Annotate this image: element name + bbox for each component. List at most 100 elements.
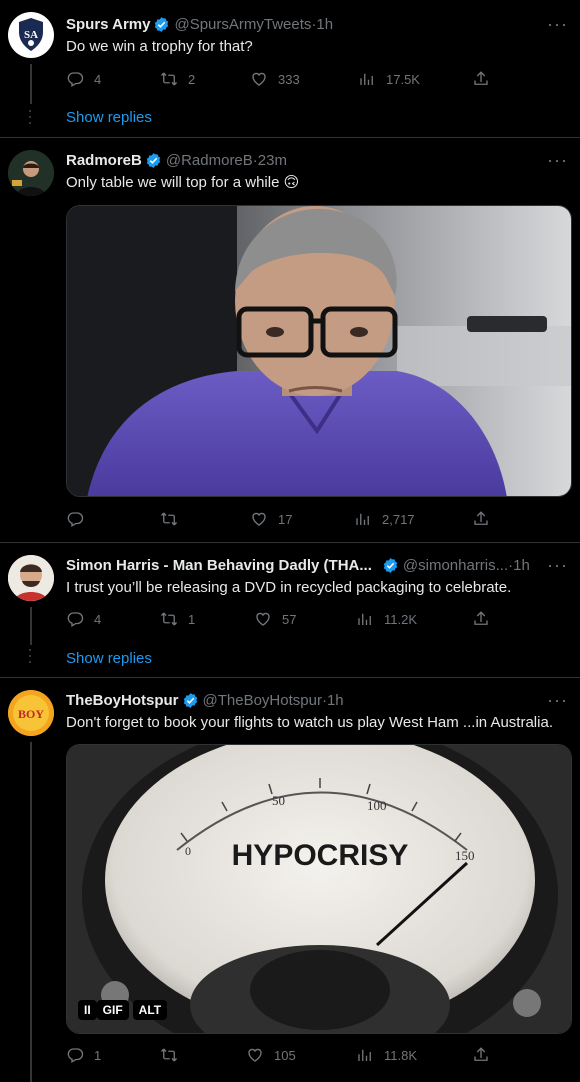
timestamp[interactable]: 1h	[513, 557, 530, 574]
handle[interactable]: @RadmoreB	[166, 152, 253, 169]
pause-button[interactable]: II	[78, 1000, 97, 1020]
like-count: 105	[274, 1047, 296, 1063]
share-button[interactable]	[472, 70, 500, 88]
tweet-header: Spurs Army @SpursArmyTweets · 1h	[66, 16, 333, 33]
views-icon	[356, 610, 374, 628]
tweet-gif[interactable]: 0 50 100 150 HYPOCRISY	[66, 744, 572, 1034]
tweet-header: Simon Harris - Man Behaving Dadly (THA..…	[66, 557, 530, 574]
reply-button[interactable]	[66, 510, 94, 528]
avatar-logo-text: BOY	[18, 707, 44, 721]
avatar[interactable]	[8, 555, 54, 601]
display-name[interactable]: Simon Harris - Man Behaving Dadly (THA..…	[66, 557, 372, 574]
avatar-photo-icon	[8, 150, 54, 196]
heart-icon	[246, 1046, 264, 1064]
avatar[interactable]: SA	[8, 12, 54, 58]
handle[interactable]: @TheBoyHotspur	[203, 692, 322, 709]
display-name[interactable]: RadmoreB	[66, 152, 142, 169]
hypocrisy-meter-gif: 0 50 100 150 HYPOCRISY	[67, 745, 571, 1033]
heart-icon	[250, 510, 268, 528]
spurs-army-logo-icon: SA	[19, 18, 43, 51]
man-with-glasses-image	[67, 206, 571, 496]
avatar-initials: SA	[24, 29, 38, 41]
like-button[interactable]: 333	[250, 70, 300, 88]
views-icon	[354, 510, 372, 528]
retweet-button[interactable]	[160, 1046, 188, 1064]
show-replies-link[interactable]: Show replies	[66, 109, 152, 126]
tweet-header: TheBoyHotspur @TheBoyHotspur · 1h	[66, 692, 344, 709]
gauge-label-150: 150	[455, 848, 475, 863]
reply-count: 4	[94, 611, 102, 627]
more-options-icon[interactable]: ···	[547, 690, 568, 711]
thread-line	[30, 64, 32, 104]
reply-button[interactable]: 4	[66, 610, 101, 628]
retweet-button[interactable]: 1	[160, 610, 195, 628]
thread-dots	[29, 649, 33, 667]
reply-icon	[66, 510, 84, 528]
retweet-count: 1	[188, 611, 196, 627]
tweet-text: I trust you’ll be releasing a DVD in rec…	[66, 579, 512, 596]
timestamp[interactable]: 1h	[316, 16, 333, 33]
display-name[interactable]: Spurs Army	[66, 16, 150, 33]
handle[interactable]: @SpursArmyTweets	[174, 16, 311, 33]
retweet-button[interactable]	[160, 510, 188, 528]
retweet-icon	[160, 70, 178, 88]
boy-hotspur-logo-icon: BOY	[8, 690, 54, 736]
tweet-simon-harris[interactable]: Simon Harris - Man Behaving Dadly (THA..…	[0, 543, 580, 677]
like-count: 333	[278, 71, 300, 87]
like-count: 17	[278, 511, 293, 527]
timestamp[interactable]: 23m	[258, 152, 287, 169]
views-button[interactable]: 2,717	[354, 510, 415, 528]
display-name[interactable]: TheBoyHotspur	[66, 692, 179, 709]
thread-line	[30, 607, 32, 645]
gauge-label-100: 100	[367, 798, 387, 813]
show-replies-link[interactable]: Show replies	[66, 650, 152, 667]
verified-badge-icon	[145, 152, 162, 169]
more-options-icon[interactable]: ···	[547, 150, 568, 171]
retweet-count: 2	[188, 71, 196, 87]
retweet-icon	[160, 1046, 178, 1064]
share-icon	[472, 70, 490, 88]
more-options-icon[interactable]: ···	[547, 555, 568, 576]
alt-text-button[interactable]: ALT	[132, 1000, 168, 1020]
share-button[interactable]	[472, 510, 500, 528]
tweet-text: Don't forget to book your flights to wat…	[66, 714, 553, 731]
like-button[interactable]: 105	[246, 1046, 296, 1064]
tweet-spurs-army[interactable]: SA Spurs Army @SpursArmyTweets · 1h ··· …	[0, 0, 580, 137]
view-count: 2,717	[382, 511, 415, 527]
like-button[interactable]: 17	[250, 510, 292, 528]
verified-badge-icon	[182, 692, 199, 709]
tweet-theboyhotspur[interactable]: BOY TheBoyHotspur @TheBoyHotspur · 1h ··…	[0, 678, 580, 1082]
view-count: 17.5K	[386, 71, 420, 87]
retweet-button[interactable]: 2	[160, 70, 195, 88]
timestamp[interactable]: 1h	[327, 692, 344, 709]
avatar[interactable]	[8, 150, 54, 196]
gauge-label-50: 50	[272, 793, 285, 808]
tweet-actions: 4 2 333 17.5K	[66, 70, 496, 92]
views-button[interactable]: 11.2K	[356, 610, 417, 628]
tweet-image[interactable]	[66, 205, 572, 497]
like-button[interactable]: 57	[254, 610, 296, 628]
tweet-actions: 17 2,717	[66, 510, 496, 532]
tweet-radmoreb[interactable]: RadmoreB @RadmoreB · 23m ··· Only table …	[0, 138, 580, 542]
verified-badge-icon	[382, 557, 399, 574]
reply-count: 1	[94, 1047, 102, 1063]
more-options-icon[interactable]: ···	[547, 14, 568, 35]
avatar-photo-icon	[8, 555, 54, 601]
share-icon	[472, 1046, 490, 1064]
avatar[interactable]: BOY	[8, 690, 54, 736]
handle[interactable]: @simonharris...	[403, 557, 508, 574]
share-button[interactable]	[472, 610, 500, 628]
tweet-text: Do we win a trophy for that?	[66, 38, 253, 55]
share-icon	[472, 610, 490, 628]
retweet-icon	[160, 610, 178, 628]
verified-badge-icon	[153, 16, 170, 33]
reply-button[interactable]: 1	[66, 1046, 101, 1064]
reply-button[interactable]: 4	[66, 70, 101, 88]
share-button[interactable]	[472, 1046, 500, 1064]
share-icon	[472, 510, 490, 528]
views-button[interactable]: 17.5K	[358, 70, 420, 88]
heart-icon	[254, 610, 272, 628]
reply-icon	[66, 1046, 84, 1064]
views-button[interactable]: 11.8K	[356, 1046, 417, 1064]
view-count: 11.8K	[384, 1047, 418, 1063]
